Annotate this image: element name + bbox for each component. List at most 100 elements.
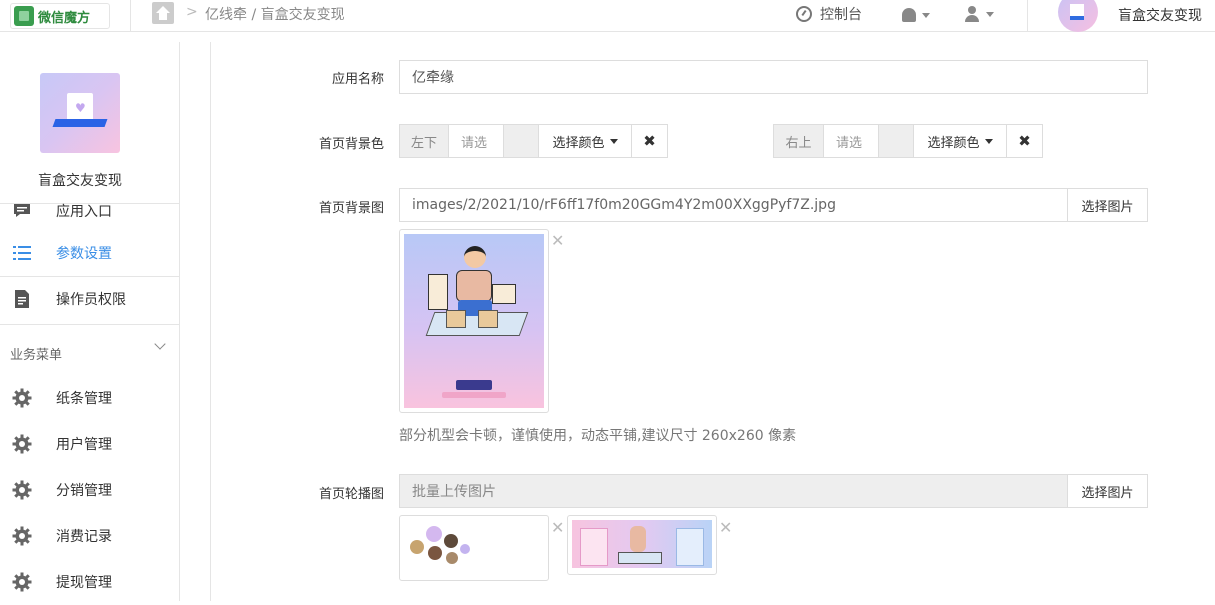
divider xyxy=(1027,0,1028,32)
sidebar-item-label: 应用入口 xyxy=(56,204,112,220)
carousel-thumbnail-1 xyxy=(399,515,549,581)
app-name-input[interactable]: 亿牵缘 xyxy=(399,60,1148,94)
brand-name: 微信魔方 xyxy=(38,9,91,25)
remove-image-icon[interactable]: ✕ xyxy=(551,231,564,250)
sidebar-item-notes[interactable]: 纸条管理 xyxy=(0,375,180,421)
caret-down-icon xyxy=(984,138,993,144)
list-icon xyxy=(13,246,31,260)
sidebar-item-label: 用户管理 xyxy=(56,437,112,453)
content-border xyxy=(210,42,211,601)
sign-graphic xyxy=(428,274,448,310)
tray-icon xyxy=(52,119,108,127)
dashboard-icon xyxy=(796,6,812,22)
sidebar-item-withdraw[interactable]: 提现管理 xyxy=(0,559,180,605)
bg-image-thumbnail xyxy=(399,229,549,413)
sidebar-item-settings[interactable]: 参数设置 xyxy=(0,230,180,276)
bg-color-right-clear-button[interactable]: ✖ xyxy=(1006,124,1043,158)
bg-image-select-button[interactable]: 选择图片 xyxy=(1067,188,1148,222)
sidebar-item-label: 参数设置 xyxy=(56,246,112,262)
chevron-down-icon[interactable] xyxy=(154,338,166,350)
sidebar-item-label: 消费记录 xyxy=(56,529,112,545)
carousel-input[interactable]: 批量上传图片 xyxy=(399,474,1068,508)
slide-text-graphic xyxy=(476,530,540,560)
avatar-graphic xyxy=(428,546,442,560)
gear-icon xyxy=(12,572,32,592)
avatar-graphic xyxy=(426,526,442,542)
select-color-label: 选择颜色 xyxy=(927,135,980,151)
cube-logo-icon xyxy=(14,6,34,26)
bg-image-hint: 部分机型会卡顿，谨慎使用，动态平铺,建议尺寸 260x260 像素 xyxy=(399,428,797,444)
bell-icon xyxy=(902,8,916,22)
sidebar-item-consumption[interactable]: 消费记录 xyxy=(0,513,180,559)
avatar-graphic xyxy=(446,552,458,564)
sidebar-item-label: 操作员权限 xyxy=(56,292,126,308)
bg-color-right-select-button[interactable]: 选择颜色 xyxy=(913,124,1007,158)
bg-color-right-swatch[interactable] xyxy=(879,124,914,158)
bg-color-label: 首页背景色 xyxy=(318,137,384,152)
caret-down-icon xyxy=(922,12,930,18)
bg-color-left-swatch[interactable] xyxy=(504,124,539,158)
gear-icon xyxy=(12,388,32,408)
carousel-select-button[interactable]: 选择图片 xyxy=(1067,474,1148,508)
box-graphic xyxy=(446,310,466,328)
panel-graphic xyxy=(580,528,608,566)
divider xyxy=(0,324,180,325)
brand-logo[interactable]: 微信魔方 xyxy=(10,3,110,29)
sidebar-item-label: 分销管理 xyxy=(56,483,112,499)
notifications-button[interactable] xyxy=(902,8,930,22)
sidebar-item-label: 提现管理 xyxy=(56,575,112,591)
avatar[interactable] xyxy=(1058,0,1098,32)
gear-icon xyxy=(12,526,32,546)
gear-icon xyxy=(12,480,32,500)
sidebar-item-operators[interactable]: 操作员权限 xyxy=(0,276,180,322)
character-graphic xyxy=(630,526,646,552)
sidebar-item-distribution[interactable]: 分销管理 xyxy=(0,467,180,513)
avatar-graphic xyxy=(460,544,470,554)
sidebar-item-users[interactable]: 用户管理 xyxy=(0,421,180,467)
heart-icon: ♥ xyxy=(75,101,86,115)
panel-graphic xyxy=(676,528,704,566)
bg-color-left-input[interactable]: 请选 xyxy=(448,124,504,158)
breadcrumb[interactable]: 亿线牵 / 盲盒交友变现 xyxy=(205,4,345,24)
character-head-graphic xyxy=(464,246,486,268)
close-icon: ✖ xyxy=(1018,132,1031,150)
home-icon[interactable] xyxy=(152,2,174,24)
avatar-graphic xyxy=(444,534,458,548)
caret-down-icon xyxy=(986,11,994,17)
carousel-thumbnail-2 xyxy=(567,515,717,575)
user-icon xyxy=(964,6,980,22)
caret-down-icon xyxy=(609,138,618,144)
divider xyxy=(130,0,131,32)
app-name-label: 应用名称 xyxy=(331,72,384,87)
mat-graphic xyxy=(618,552,662,564)
bg-color-left-prefix: 左下 xyxy=(399,124,449,158)
carousel-slide-image xyxy=(572,520,712,568)
box-graphic xyxy=(478,310,498,328)
user-name[interactable]: 盲盒交友变现 xyxy=(1118,5,1202,25)
avatar-graphic xyxy=(410,540,424,554)
bg-color-left-select-button[interactable]: 选择颜色 xyxy=(538,124,632,158)
console-label: 控制台 xyxy=(820,7,862,23)
remove-image-icon[interactable]: ✕ xyxy=(719,518,732,537)
sidebar-item-app-entry[interactable]: 应用入口 xyxy=(0,188,180,234)
user-menu-button[interactable] xyxy=(964,6,994,22)
close-icon: ✖ xyxy=(643,132,656,150)
bg-color-right-input[interactable]: 请选 xyxy=(823,124,879,158)
carousel-label: 首页轮播图 xyxy=(318,487,384,502)
top-bar: 微信魔方 > 亿线牵 / 盲盒交友变现 控制台 盲盒交友变现 xyxy=(0,0,1215,32)
badge-graphic xyxy=(456,380,492,390)
sign-graphic xyxy=(492,284,516,304)
chat-icon xyxy=(14,204,30,217)
poster-image xyxy=(404,234,544,408)
select-color-label: 选择颜色 xyxy=(552,135,605,151)
console-link[interactable]: 控制台 xyxy=(796,4,862,24)
bg-image-label: 首页背景图 xyxy=(318,201,384,216)
gear-icon xyxy=(12,434,32,454)
remove-image-icon[interactable]: ✕ xyxy=(551,518,564,537)
sidebar: ♥ 盲盒交友变现 应用入口 参数设置 操作员权限 业务菜单 纸条管理 用户管理 … xyxy=(0,42,180,601)
bg-color-left-clear-button[interactable]: ✖ xyxy=(631,124,668,158)
character-body-graphic xyxy=(456,270,492,302)
tag-graphic xyxy=(442,392,506,398)
bg-image-path-input[interactable]: images/2/2021/10/rF6ff17f0m20GGm4Y2m00XX… xyxy=(399,188,1068,222)
sidebar-item-label: 纸条管理 xyxy=(56,391,112,407)
